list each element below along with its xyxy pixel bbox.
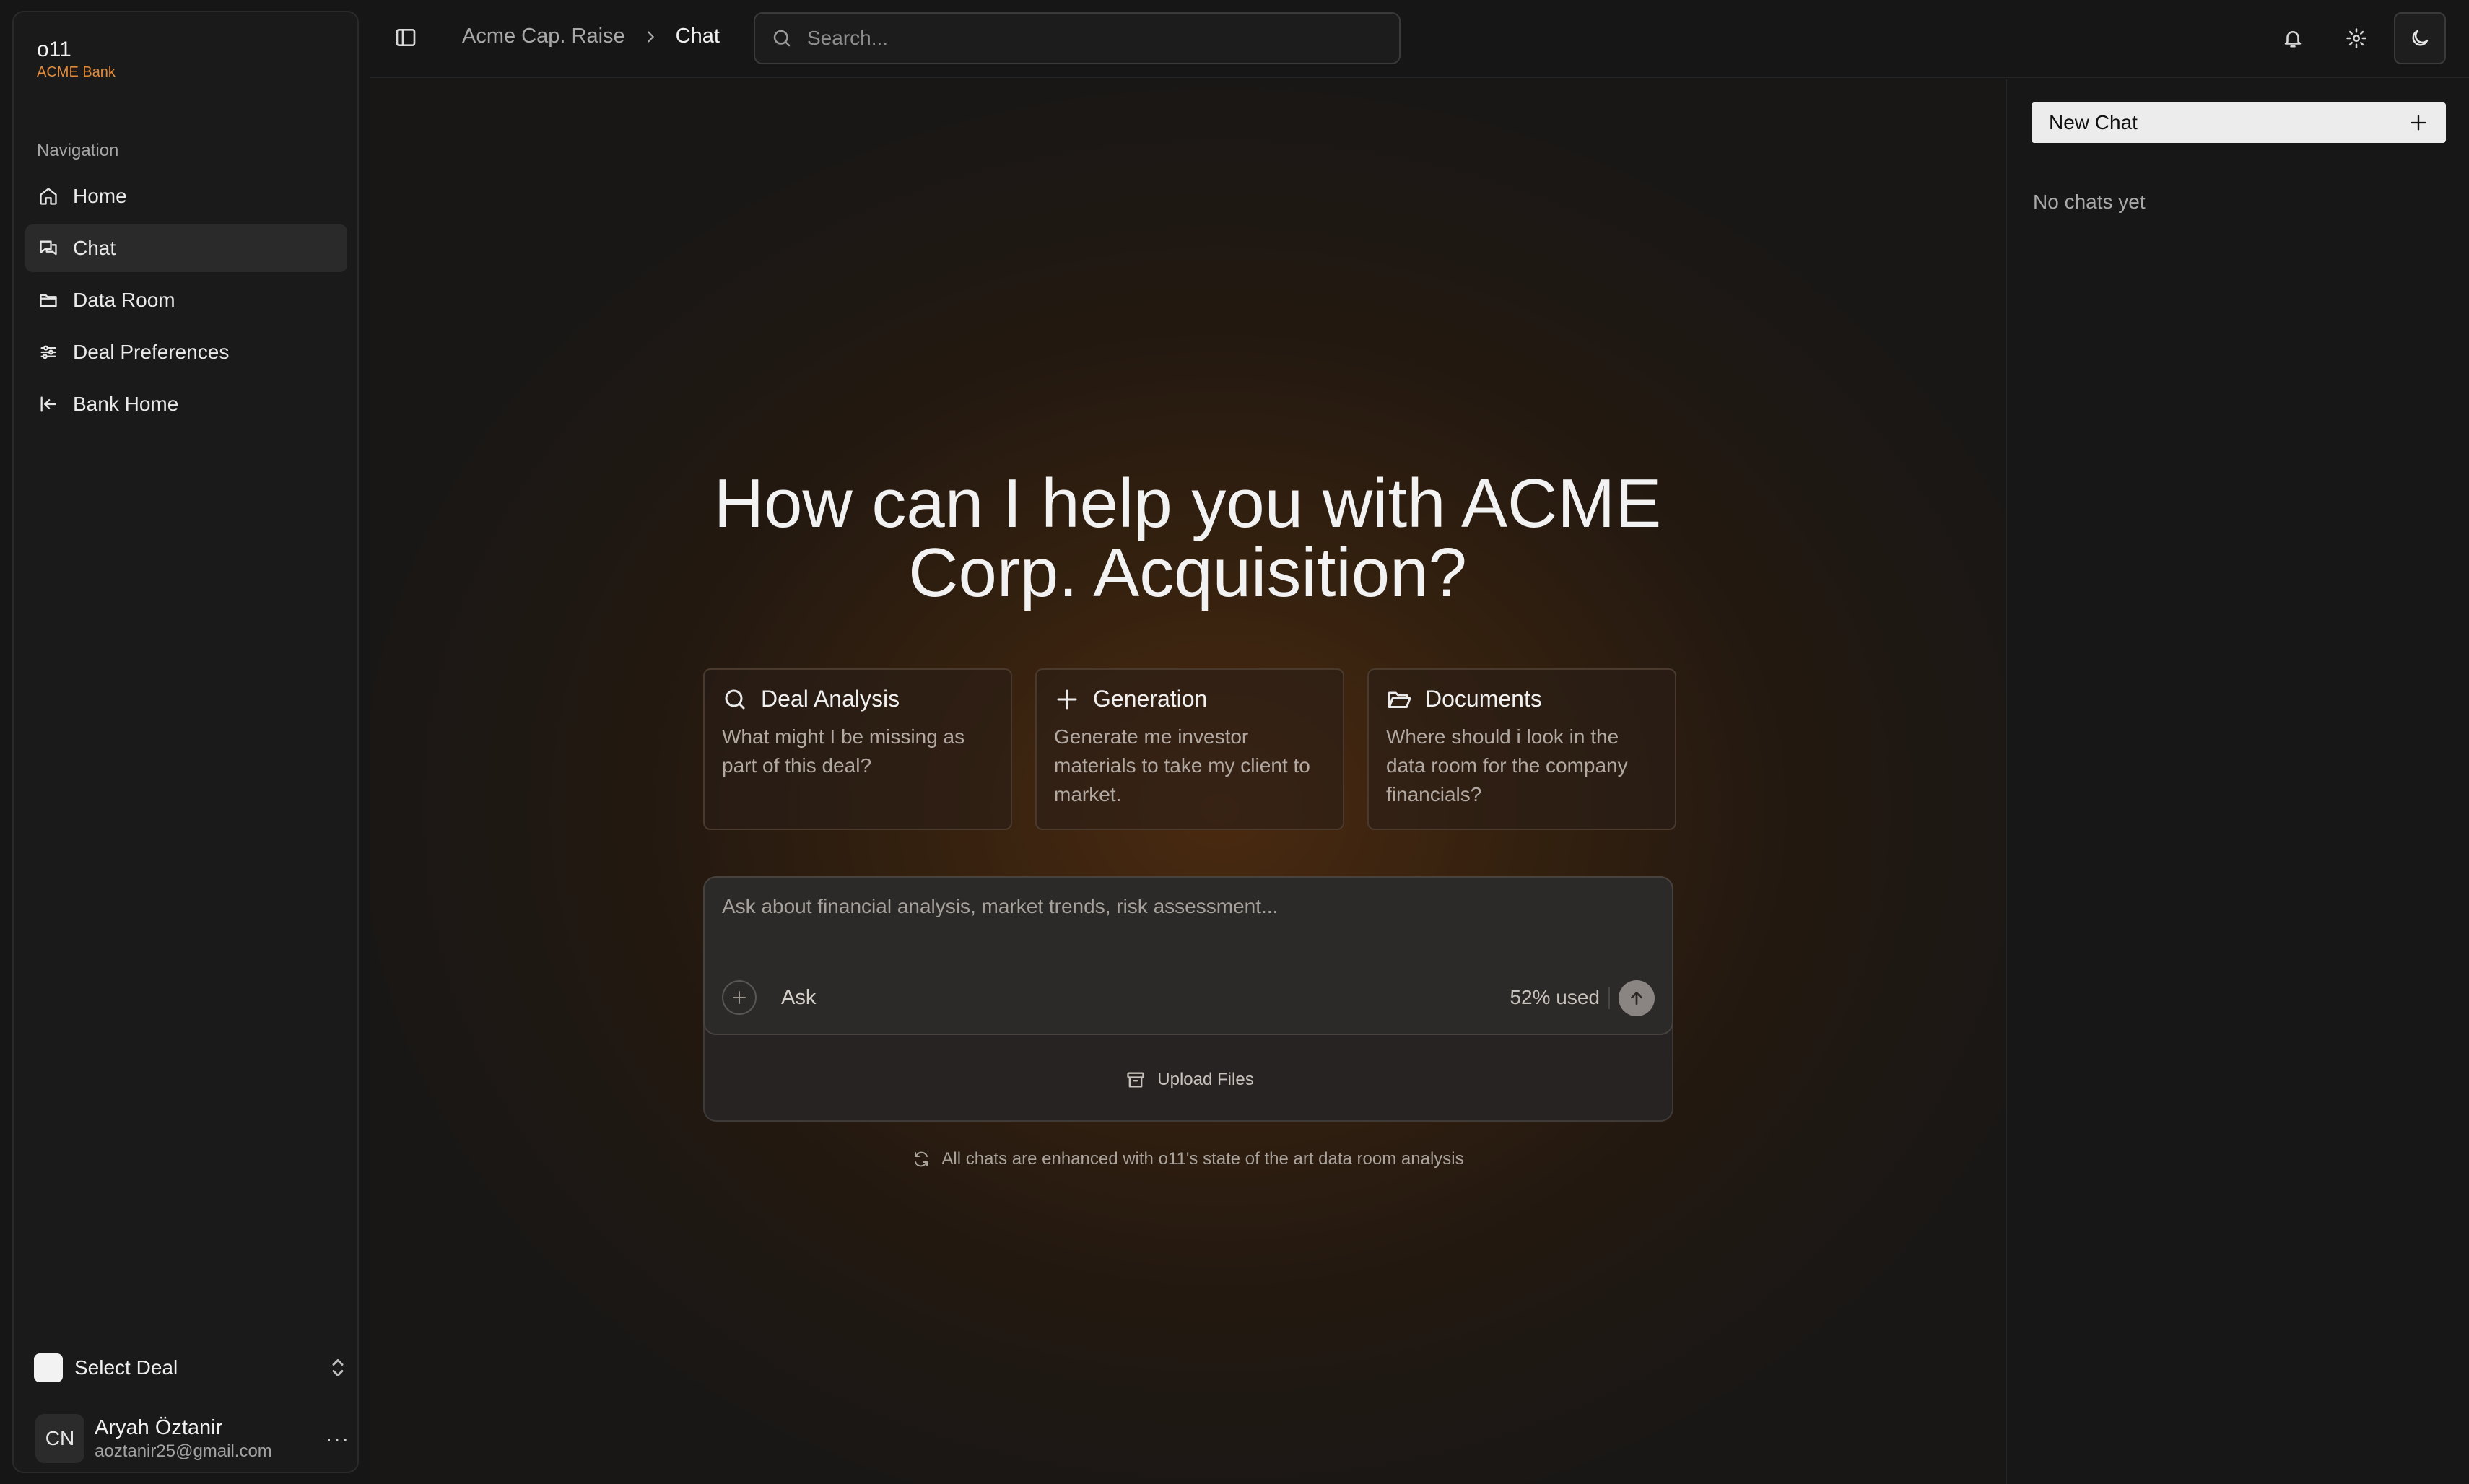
new-chat-label: New Chat [2049, 111, 2138, 134]
sidebar-item-label: Home [73, 185, 127, 207]
notifications-button[interactable] [2267, 12, 2319, 64]
select-deal-label: Select Deal [74, 1356, 178, 1379]
nav-list: Home Chat Data Room Deal Preferences Ban… [25, 173, 347, 432]
deal-swatch [34, 1353, 63, 1382]
composer-container: Ask 52% used Upload Files [703, 876, 1673, 1122]
chevron-right-icon [643, 29, 658, 45]
sidebar-item-deal-preferences[interactable]: Deal Preferences [25, 328, 347, 376]
brand[interactable]: o11 ACME Bank [37, 37, 116, 82]
plus-icon [2411, 115, 2426, 131]
moon-icon [2412, 30, 2429, 46]
user-profile[interactable]: CN Aryah Öztanir aoztanir25@gmail.com ··… [35, 1411, 350, 1466]
avatar: CN [35, 1414, 84, 1463]
sidebar-toggle-icon[interactable] [394, 26, 417, 49]
user-email: aoztanir25@gmail.com [95, 1441, 272, 1461]
footnote-text: All chats are enhanced with o11's state … [941, 1149, 1464, 1169]
breadcrumb-item-current: Chat [675, 25, 720, 48]
chat-composer: Ask 52% used [703, 876, 1673, 1035]
breadcrumb-item-deal[interactable]: Acme Cap. Raise [462, 25, 625, 48]
sidebar-item-bank-home[interactable]: Bank Home [25, 380, 347, 428]
brand-sub: ACME Bank [37, 64, 116, 80]
folder-open-icon [1388, 691, 1411, 708]
chat-icon [38, 238, 58, 258]
suggestion-card-deal-analysis[interactable]: Deal Analysis What might I be missing as… [703, 668, 1012, 830]
divider [1608, 987, 1610, 1009]
card-desc: What might I be missing as part of this … [722, 725, 965, 777]
card-desc: Generate me investor materials to take m… [1054, 725, 1310, 806]
brand-name: o11 [37, 38, 71, 61]
plus-icon [1057, 689, 1077, 709]
folder-icon [38, 290, 58, 310]
chat-input[interactable] [722, 895, 1653, 953]
enhancement-note: All chats are enhanced with o11's state … [703, 1149, 1673, 1169]
sidebar-item-data-room[interactable]: Data Room [25, 276, 347, 324]
user-name: Aryah Öztanir [95, 1416, 223, 1439]
page-title: How can I help you with ACME Corp. Acqui… [713, 465, 1662, 611]
theme-toggle-button[interactable] [2394, 12, 2446, 64]
user-info: Aryah Öztanir aoztanir25@gmail.com [95, 1415, 326, 1462]
settings-button[interactable] [2330, 12, 2382, 64]
sidebar-item-label: Chat [73, 237, 116, 259]
sidebar-item-home[interactable]: Home [25, 173, 347, 220]
suggestion-card-documents[interactable]: Documents Where should i look in the dat… [1367, 668, 1676, 830]
sidebar-item-label: Deal Preferences [73, 341, 230, 363]
upload-files-button[interactable]: Upload Files [705, 1070, 1675, 1090]
upload-files-label: Upload Files [1157, 1070, 1254, 1089]
sidebar-item-chat[interactable]: Chat [25, 224, 347, 272]
suggestion-card-generation[interactable]: Generation Generate me investor material… [1035, 668, 1344, 830]
more-icon[interactable]: ··· [326, 1427, 350, 1450]
empty-state-text: No chats yet [2033, 191, 2146, 213]
arrow-left-to-line-icon [38, 394, 58, 414]
top-actions [2255, 12, 2446, 64]
search-bar[interactable] [754, 12, 1401, 64]
gear-icon [2346, 28, 2366, 48]
card-head: Documents [1386, 686, 1658, 712]
sidebar: o11 ACME Bank Navigation Home Chat Data … [12, 11, 359, 1473]
card-title: Generation [1093, 686, 1208, 712]
card-head: Generation [1054, 686, 1325, 712]
card-desc: Where should i look in the data room for… [1386, 725, 1628, 806]
arrow-up-icon [1631, 992, 1642, 1005]
search-input[interactable] [807, 27, 1399, 50]
bell-icon [2284, 31, 2302, 48]
card-title: Documents [1425, 686, 1542, 712]
suggestion-cards: Deal Analysis What might I be missing as… [703, 668, 1676, 830]
card-title: Deal Analysis [761, 686, 900, 712]
usage-indicator: 52% used [1510, 986, 1600, 1008]
search-icon [725, 689, 745, 709]
card-head: Deal Analysis [722, 686, 993, 712]
sliders-icon [38, 342, 58, 362]
plus-icon [733, 991, 746, 1004]
chat-history-panel: New Chat No chats yet [2006, 79, 2469, 1484]
send-button[interactable] [1619, 980, 1655, 1016]
nav-heading: Navigation [37, 141, 119, 160]
select-deal-dropdown[interactable]: Select Deal [34, 1348, 347, 1388]
archive-icon [1127, 1072, 1144, 1088]
top-bar: Acme Cap. Raise Chat [370, 0, 2469, 78]
new-chat-button[interactable]: New Chat [2032, 102, 2446, 143]
chat-main: How can I help you with ACME Corp. Acqui… [370, 79, 2006, 1484]
chevrons-up-down-icon [328, 1355, 347, 1381]
sidebar-item-label: Bank Home [73, 393, 179, 415]
sidebar-item-label: Data Room [73, 289, 175, 311]
mode-selector[interactable]: Ask [781, 986, 816, 1010]
add-attachment-button[interactable] [722, 980, 757, 1015]
home-icon [38, 186, 58, 206]
breadcrumb: Acme Cap. Raise Chat [462, 25, 720, 48]
refresh-icon [915, 1151, 928, 1167]
search-icon [771, 27, 793, 49]
